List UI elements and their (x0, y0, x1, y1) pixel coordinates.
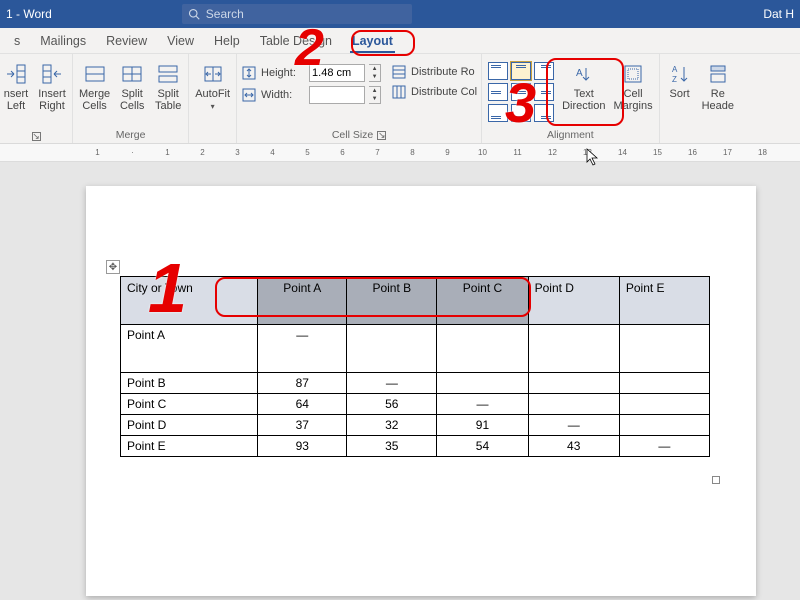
repeat-headers-icon (706, 62, 730, 86)
insert-right-button[interactable]: Insert Right (36, 60, 68, 114)
search-icon (188, 8, 200, 20)
autofit-button[interactable]: AutoFit ▾ (193, 60, 232, 113)
col-width-icon (241, 87, 257, 103)
search-placeholder: Search (206, 7, 244, 21)
align-bot-left[interactable] (488, 104, 508, 122)
user-name: Dat H (763, 7, 800, 21)
group-alignment: A Text Direction Cell Margins Alignment (482, 54, 660, 143)
align-mid-center[interactable] (511, 83, 531, 101)
group-label-cell-size: Cell Size (332, 129, 373, 141)
dropdown-caret-icon: ▾ (211, 102, 215, 111)
group-label-merge: Merge (116, 129, 146, 141)
insert-left-icon (4, 62, 28, 86)
distribute-cols-icon (391, 84, 407, 100)
distribute-cols-button[interactable]: Distribute Col (391, 84, 477, 100)
text-direction-button[interactable]: A Text Direction (560, 60, 607, 114)
rows-cols-launcher[interactable]: ↘ (32, 132, 41, 141)
align-mid-left[interactable] (488, 83, 508, 101)
cell-size-launcher[interactable]: ↘ (377, 131, 386, 140)
row-height-input[interactable] (309, 64, 365, 82)
insert-right-icon (40, 62, 64, 86)
split-table-button[interactable]: Split Table (152, 60, 184, 114)
header-point-d[interactable]: Point D (528, 277, 619, 325)
table-resize-handle[interactable] (712, 476, 720, 484)
align-bot-center[interactable] (511, 104, 531, 122)
row-height-control: Height: ▲▼ (241, 64, 381, 82)
cell-margins-button[interactable]: Cell Margins (611, 60, 654, 114)
header-point-a[interactable]: Point A (258, 277, 347, 325)
insert-left-button[interactable]: nsert Left (0, 60, 32, 114)
merge-cells-icon (83, 62, 107, 86)
svg-text:A: A (576, 68, 583, 79)
merge-cells-button[interactable]: Merge Cells (77, 60, 112, 114)
align-top-left[interactable] (488, 62, 508, 80)
sort-button[interactable]: AZ Sort (664, 60, 696, 102)
table-row: Point C 64 56 — (121, 394, 710, 415)
align-top-right[interactable] (534, 62, 554, 80)
header-point-e[interactable]: Point E (619, 277, 709, 325)
split-cells-icon (120, 62, 144, 86)
group-merge: Merge Cells Split Cells Split Table Merg… (73, 54, 189, 143)
alignment-grid (486, 60, 556, 124)
sort-icon: AZ (668, 62, 692, 86)
tab-mailings[interactable]: Mailings (30, 28, 96, 53)
header-point-c[interactable]: Point C (437, 277, 528, 325)
table-row: Point B 87 — (121, 373, 710, 394)
distribute-rows-icon (391, 64, 407, 80)
table-row: Point E 93 35 54 43 — (121, 436, 710, 457)
align-top-center[interactable] (511, 62, 531, 80)
text-direction-icon: A (572, 62, 596, 86)
header-point-b[interactable]: Point B (347, 277, 437, 325)
search-box[interactable]: Search (182, 4, 412, 24)
ribbon-tabs: s Mailings Review View Help Table Design… (0, 28, 800, 54)
ribbon: nsert Left Insert Right ↘ Merge Cells Sp… (0, 54, 800, 144)
window-title: 1 - Word (0, 7, 52, 21)
col-width-input[interactable] (309, 86, 365, 104)
tab-layout[interactable]: Layout (342, 28, 403, 53)
tab-help[interactable]: Help (204, 28, 250, 53)
document-table[interactable]: City or Town Point A Point B Point C Poi… (120, 276, 710, 457)
split-table-icon (156, 62, 180, 86)
header-city[interactable]: City or Town (121, 277, 258, 325)
split-cells-button[interactable]: Split Cells (116, 60, 148, 114)
tab-table-design[interactable]: Table Design (250, 28, 342, 53)
row-height-icon (241, 65, 257, 81)
tab-review[interactable]: Review (96, 28, 157, 53)
group-cell-size: Height: ▲▼ Width: ▲▼ Distribute Ro (237, 54, 482, 143)
table-row: Point D 37 32 91 — (121, 415, 710, 436)
table-move-handle[interactable]: ✥ (106, 260, 120, 274)
svg-text:A: A (672, 65, 678, 74)
distribute-rows-button[interactable]: Distribute Ro (391, 64, 477, 80)
horizontal-ruler[interactable]: 1·123456789101112131415161718 (0, 144, 800, 162)
repeat-headers-button[interactable]: Re Heade (700, 60, 736, 114)
autofit-icon (201, 62, 225, 86)
svg-text:Z: Z (672, 75, 677, 84)
height-spinner[interactable]: ▲▼ (369, 64, 381, 82)
tab-view[interactable]: View (157, 28, 204, 53)
align-bot-right[interactable] (534, 104, 554, 122)
tab-partial[interactable]: s (4, 28, 30, 53)
width-spinner[interactable]: ▲▼ (369, 86, 381, 104)
table-row: Point A — (121, 325, 710, 373)
col-width-control: Width: ▲▼ (241, 86, 381, 104)
document-canvas[interactable]: ✥ City or Town Point A Point B Point C P… (0, 162, 800, 600)
group-label-alignment: Alignment (547, 129, 594, 141)
titlebar: 1 - Word Search Dat H (0, 0, 800, 28)
align-mid-right[interactable] (534, 83, 554, 101)
cell-margins-icon (621, 62, 645, 86)
document-page[interactable]: ✥ City or Town Point A Point B Point C P… (86, 186, 756, 596)
